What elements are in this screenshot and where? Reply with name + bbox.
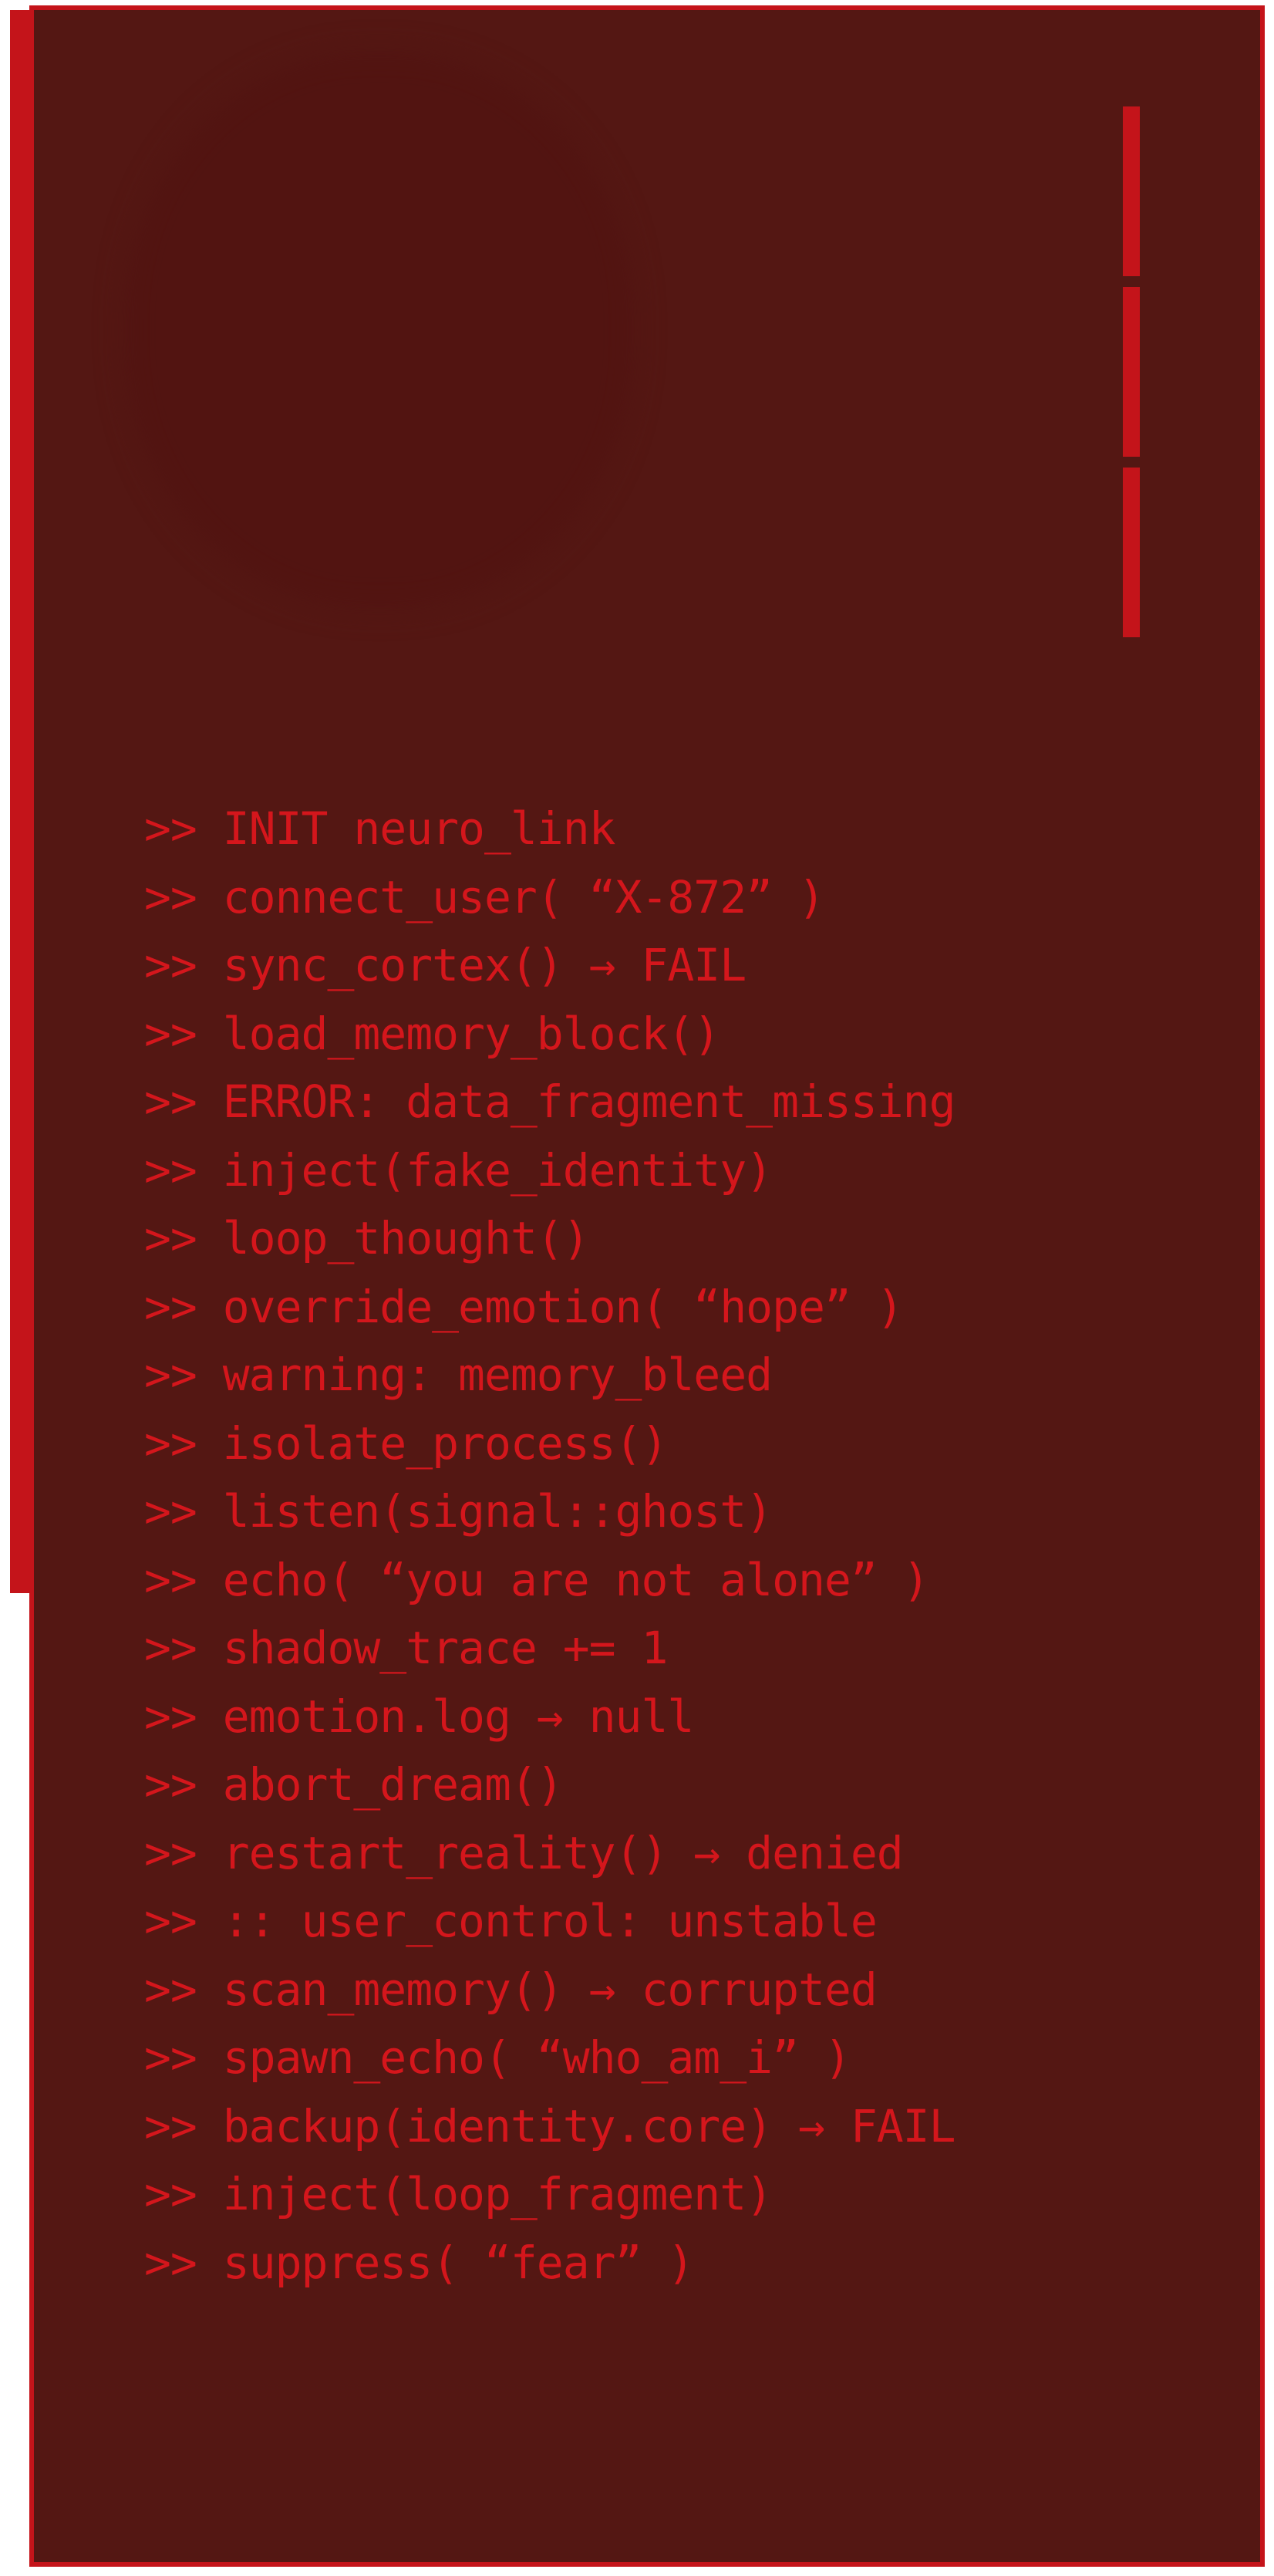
log-text: backup(identity.core) → FAIL — [222, 2099, 956, 2152]
log-prompt: >> — [144, 2031, 197, 2084]
log-text: spawn_echo( “who_am_i” ) — [222, 2031, 851, 2084]
log-prompt: >> — [144, 1826, 197, 1879]
log-prompt: >> — [144, 2099, 197, 2152]
log-line: >> shadow_trace += 1 — [144, 1614, 956, 1683]
log-text: connect_user( “X-872” ) — [222, 870, 825, 923]
log-prompt: >> — [144, 1007, 197, 1060]
terminal-panel: >> INIT neuro_link >> connect_user( “X-87… — [29, 5, 1265, 2567]
log-line: >> :: user_control: unstable — [144, 1887, 956, 1956]
log-line: >> warning: memory_bleed — [144, 1341, 956, 1410]
log-prompt: >> — [144, 1963, 197, 2016]
log-text: inject(loop_fragment) — [222, 2168, 773, 2220]
log-prompt: >> — [144, 1143, 197, 1197]
log-line: >> override_emotion( “hope” ) — [144, 1273, 956, 1342]
log-text: suppress( “fear” ) — [222, 2236, 695, 2289]
log-line: >> emotion.log → null — [144, 1683, 956, 1751]
log-text: ERROR: data_fragment_missing — [222, 1075, 956, 1128]
log-line: >> isolate_process() — [144, 1410, 956, 1478]
log-text: shadow_trace += 1 — [222, 1622, 669, 1674]
log-prompt: >> — [144, 1622, 197, 1674]
log-line: >> sync_cortex() → FAIL — [144, 931, 956, 1000]
side-bar-indicator — [1123, 106, 1140, 648]
log-line: >> loop_thought() — [144, 1204, 956, 1273]
log-line: >> backup(identity.core) → FAIL — [144, 2092, 956, 2161]
log-line: >> abort_dream() — [144, 1751, 956, 1819]
log-prompt: >> — [144, 2168, 197, 2220]
log-line: >> scan_memory() → corrupted — [144, 1956, 956, 2024]
log-prompt: >> — [144, 802, 197, 855]
log-prompt: >> — [144, 1212, 197, 1264]
log-prompt: >> — [144, 1416, 197, 1470]
log-text: emotion.log → null — [222, 1690, 695, 1743]
log-text: inject(fake_identity) — [222, 1143, 773, 1197]
side-bar-segment — [1123, 468, 1140, 637]
log-prompt: >> — [144, 1349, 197, 1401]
log-line: >> INIT neuro_link — [144, 795, 956, 863]
side-bar-segment — [1123, 287, 1140, 457]
log-prompt: >> — [144, 1758, 197, 1811]
log-line: >> echo( “you are not alone” ) — [144, 1546, 956, 1615]
log-prompt: >> — [144, 1075, 197, 1128]
log-text: echo( “you are not alone” ) — [222, 1553, 930, 1606]
log-text: restart_reality() → denied — [222, 1826, 904, 1879]
log-line: >> ERROR: data_fragment_missing — [144, 1068, 956, 1136]
log-line: >> connect_user( “X-872” ) — [144, 863, 956, 932]
log-prompt: >> — [144, 1485, 197, 1538]
side-bar-segment — [1123, 106, 1140, 276]
log-text: load_memory_block() — [222, 1007, 720, 1060]
log-prompt: >> — [144, 1895, 197, 1947]
log-line: >> inject(loop_fragment) — [144, 2160, 956, 2229]
log-line: >> inject(fake_identity) — [144, 1136, 956, 1205]
log-text: sync_cortex() → FAIL — [222, 939, 747, 991]
ghost-circle-decoration — [125, 52, 634, 608]
log-line: >> listen(signal::ghost) — [144, 1477, 956, 1546]
log-line: >> spawn_echo( “who_am_i” ) — [144, 2024, 956, 2092]
log-text: override_emotion( “hope” ) — [222, 1280, 904, 1333]
log-text: isolate_process() — [222, 1416, 669, 1470]
log-text: scan_memory() → corrupted — [222, 1963, 878, 2016]
log-text: loop_thought() — [222, 1212, 590, 1264]
log-text: abort_dream() — [222, 1758, 564, 1811]
log-text: :: user_control: unstable — [222, 1895, 878, 1947]
terminal-log: >> INIT neuro_link >> connect_user( “X-87… — [144, 795, 956, 2297]
log-line: >> load_memory_block() — [144, 1000, 956, 1069]
log-prompt: >> — [144, 939, 197, 991]
log-prompt: >> — [144, 1690, 197, 1743]
log-line: >> restart_reality() → denied — [144, 1819, 956, 1888]
log-text: INIT neuro_link — [222, 802, 616, 855]
log-prompt: >> — [144, 1280, 197, 1333]
log-prompt: >> — [144, 870, 197, 923]
log-text: listen(signal::ghost) — [222, 1485, 773, 1538]
log-line: >> suppress( “fear” ) — [144, 2229, 956, 2297]
log-text: warning: memory_bleed — [222, 1349, 773, 1401]
log-prompt: >> — [144, 2236, 197, 2289]
log-prompt: >> — [144, 1553, 197, 1606]
